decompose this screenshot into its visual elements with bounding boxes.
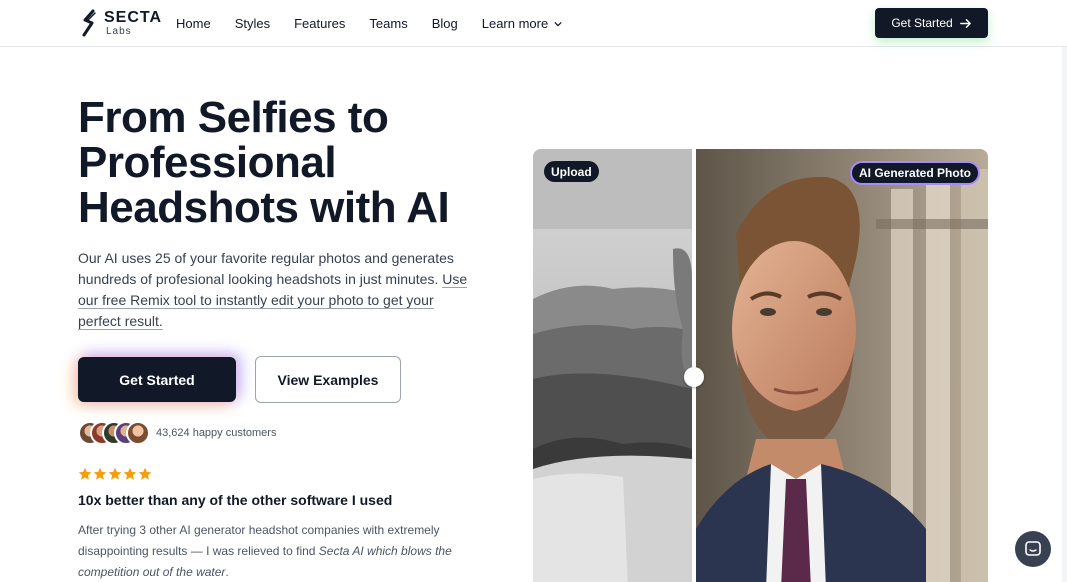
- rating-stars: [78, 467, 153, 481]
- star-icon: [78, 467, 92, 480]
- star-icon: [138, 467, 152, 480]
- arrow-right-icon: [959, 18, 971, 28]
- nav-links: Home Styles Features Teams Blog Learn mo…: [176, 0, 586, 47]
- nav-learn-more-dropdown[interactable]: Learn more: [482, 16, 562, 31]
- secta-logo[interactable]: SECTA Labs: [78, 8, 162, 38]
- hero-description: Our AI uses 25 of your favorite regular …: [78, 248, 478, 332]
- star-icon: [93, 467, 107, 480]
- happy-customers-count: 43,624 happy customers: [156, 427, 277, 439]
- nav-link-features[interactable]: Features: [294, 16, 345, 31]
- page-scrollbar-track[interactable]: [1062, 47, 1067, 582]
- review-body-end: .: [225, 565, 229, 579]
- nav-cta-label: Get Started: [891, 16, 953, 30]
- comparison-slider-handle[interactable]: [684, 367, 704, 387]
- ai-generated-photo-tag: AI Generated Photo: [850, 161, 981, 185]
- chat-support-button[interactable]: [1015, 531, 1051, 567]
- chat-icon: [1025, 541, 1041, 556]
- logo-s-icon: [82, 9, 96, 37]
- hero-title: From Selfies to Professional Headshots w…: [78, 93, 450, 232]
- ai-generated-headshot-image: [696, 149, 988, 582]
- top-nav: SECTA Labs Home Styles Features Teams Bl…: [0, 0, 1067, 47]
- avatar: [126, 421, 150, 445]
- upload-tag: Upload: [544, 161, 599, 182]
- upload-selfie-image: [533, 149, 692, 582]
- star-icon: [108, 467, 122, 480]
- nav-get-started-button[interactable]: Get Started: [875, 8, 988, 38]
- learn-more-label: Learn more: [481, 16, 549, 31]
- logo-title: SECTA: [104, 8, 163, 26]
- get-started-button[interactable]: Get Started: [78, 357, 236, 402]
- customer-avatars: [78, 421, 150, 445]
- chevron-down-icon: [554, 21, 562, 26]
- review-body: After trying 3 other AI generator headsh…: [78, 520, 478, 582]
- hero-description-text: Our AI uses 25 of your favorite regular …: [78, 250, 454, 287]
- nav-link-styles[interactable]: Styles: [235, 16, 270, 31]
- nav-link-blog[interactable]: Blog: [432, 16, 458, 31]
- logo-subtitle: Labs: [106, 25, 132, 37]
- nav-link-teams[interactable]: Teams: [369, 16, 407, 31]
- nav-link-home[interactable]: Home: [176, 16, 211, 31]
- review-title: 10x better than any of the other softwar…: [78, 492, 393, 508]
- star-icon: [123, 467, 137, 480]
- before-after-comparison: [533, 149, 988, 582]
- view-examples-button[interactable]: View Examples: [255, 356, 401, 403]
